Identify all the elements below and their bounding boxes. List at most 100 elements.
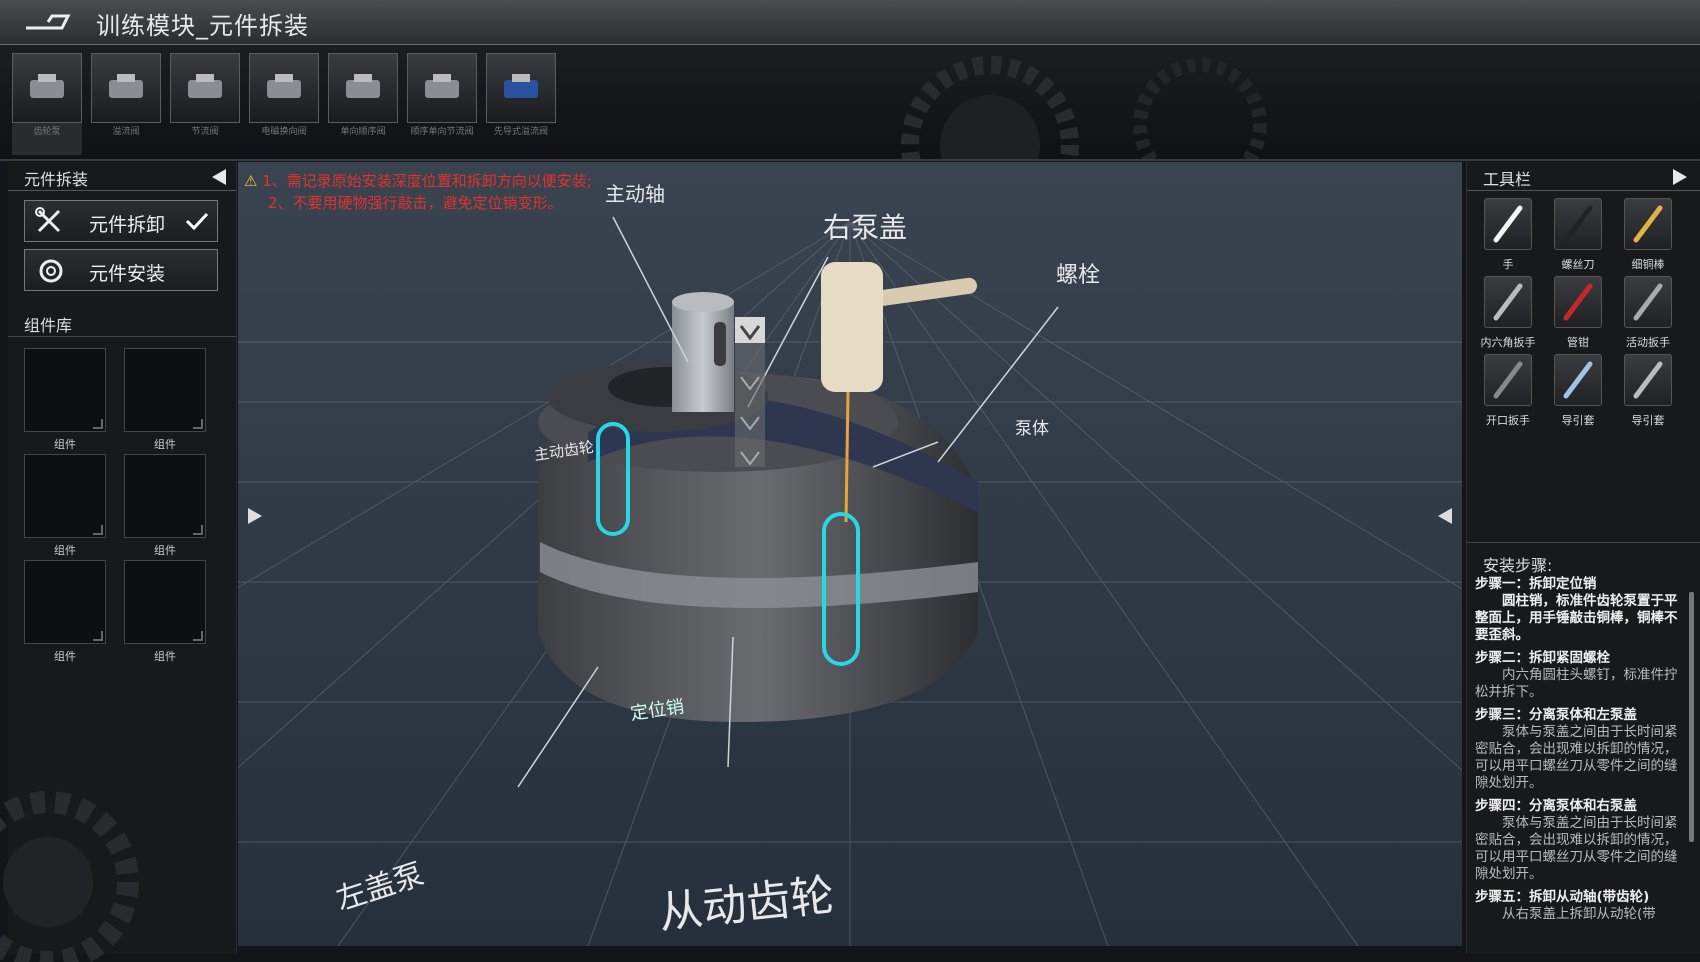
slot-frame [124,348,206,432]
component-thumb[interactable]: 单向顺序阀 [328,53,398,155]
tool-pipe-wrench[interactable]: 管钳 [1545,276,1611,352]
library-title: 组件库 [24,316,73,335]
slot-label: 组件 [54,650,76,663]
hammer-shape[interactable] [821,262,883,392]
step-body: 泵体与泵盖之间由于长时间紧密贴合，会出现难以拆卸的情况，可以用平口螺丝刀从零件之… [1475,724,1678,791]
toolbar-title: 工具栏 [1483,170,1532,189]
right-panel: 工具栏 手 螺丝刀 细铜棒内六角扳手 管钳 活动扳手开口扳手 导引套 导引套 安装步骤: 步… [1466,162,1700,954]
tool-label: 导引套 [1631,414,1665,427]
component-strip: 齿轮泵 溢流阀 节流阀 电磁换向阀 单向顺序阀 顺序单向节流阀 先导式溢流阀 [0,45,1700,161]
component-thumb-label: 电磁换向阀 [261,127,307,137]
library-slot[interactable]: 组件 [24,560,106,670]
component-thumb-label: 溢流阀 [112,127,140,137]
step-item: 步骤三：分离泵体和左泵盖 泵体与泵盖之间由于长时间紧密贴合，会出现难以拆卸的情况，… [1475,707,1681,792]
component-thumb-label: 齿轮泵 [33,127,61,137]
steps-title: 安装步骤: [1483,556,1553,575]
tool-label: 螺丝刀 [1561,258,1595,271]
slot-frame [124,454,206,538]
step-title: 步骤五：拆卸从动轴(带齿轮) [1475,889,1650,905]
tool-guide-rod[interactable]: 导引套 [1615,354,1681,430]
tool-hex-key[interactable]: 内六角扳手 [1475,276,1541,352]
left-panel-title: 元件拆装 [24,170,89,189]
adjustable-wrench-icon [1624,276,1672,328]
pilot-valve-icon [486,53,556,123]
tool-screwdriver[interactable]: 螺丝刀 [1545,198,1611,274]
warning-line-1: 1、需记录原始安装深度位置和拆卸方向以便安装; [262,172,592,190]
slot-frame [24,348,106,432]
tool-label: 内六角扳手 [1480,336,1536,349]
step-item: 步骤四：分离泵体和右泵盖 泵体与泵盖之间由于长时间紧密贴合，会出现难以拆卸的情况，… [1475,798,1681,883]
collapse-right-icon[interactable] [1673,169,1687,185]
disassemble-label: 元件拆卸 [89,214,166,236]
window-title: 训练模块_元件拆装 [96,12,309,40]
tool-adjustable-wrench[interactable]: 活动扳手 [1615,276,1681,352]
warning-text: ⚠ 1、需记录原始安装深度位置和拆卸方向以便安装; 2、不要用硬物强行敲击，避免… [244,170,592,214]
component-thumb[interactable]: 齿轮泵 [12,53,82,155]
expand-right-arrow-icon[interactable] [1438,508,1452,524]
step-item: 步骤二：拆卸紧固螺栓 内六角圆柱头螺钉，标准件拧松并拆下。 [1475,650,1681,701]
check-throttle-valve-icon [407,53,477,123]
3d-viewport[interactable]: ⚠ 1、需记录原始安装深度位置和拆卸方向以便安装; 2、不要用硬物强行敲击，避免… [238,162,1462,946]
expand-left-arrow-icon[interactable] [248,508,262,524]
step-body: 圆柱销，标准件齿轮泵置于平整面上，用手锤敲击铜棒，铜棒不要歪斜。 [1475,593,1678,643]
step-body: 内六角圆柱头螺钉，标准件拧松并拆下。 [1475,667,1678,700]
disassemble-button[interactable]: 元件拆卸 [24,200,218,242]
step-body: 从右泵盖上拆卸从动轮(带 [1502,906,1656,922]
slot-label: 组件 [54,544,76,557]
slot-label: 组件 [154,650,176,663]
component-thumb[interactable]: 电磁换向阀 [249,53,319,155]
collapse-left-icon[interactable] [212,169,226,185]
throttle-valve-icon [170,53,240,123]
label-bolt: 螺栓 [1056,263,1101,288]
component-thumb-label: 先导式溢流阀 [493,127,548,137]
label-right-cover: 右泵盖 [823,211,908,244]
step-title: 步骤一：拆卸定位销 [1475,576,1597,592]
step-body: 泵体与泵盖之间由于长时间紧密贴合，会出现难以拆卸的情况，可以用平口螺丝刀从零件之… [1475,815,1678,882]
copper-rod-icon [1624,198,1672,250]
step-title: 步骤三：分离泵体和左泵盖 [1475,707,1637,723]
component-thumb[interactable]: 节流阀 [170,53,240,155]
screwdriver-icon [1554,198,1602,250]
tool-copper-rod[interactable]: 细铜棒 [1615,198,1681,274]
component-thumb-label: 单向顺序阀 [340,127,386,137]
tools-icon [35,207,61,233]
library-slot[interactable]: 组件 [24,348,106,458]
slot-frame [24,454,106,538]
app-logo-icon [26,14,71,30]
guide-rod-icon [1624,354,1672,406]
install-label: 元件安装 [89,263,166,285]
tool-label: 手 [1502,258,1514,271]
component-thumb[interactable]: 溢流阀 [91,53,161,155]
tool-hand[interactable]: 手 [1475,198,1541,274]
divider [1467,542,1700,543]
component-thumb-label: 节流阀 [191,127,219,137]
component-thumb[interactable]: 先导式溢流阀 [486,53,556,155]
slot-label: 组件 [154,544,176,557]
step-item: 步骤五：拆卸从动轴(带齿轮) 从右泵盖上拆卸从动轮(带 [1475,889,1681,923]
toolbar-header: 工具栏 [1467,162,1700,191]
steps-list: 步骤一：拆卸定位销 圆柱销，标准件齿轮泵置于平整面上，用手锤敲击铜棒，铜棒不要歪斜… [1475,576,1681,954]
library-slot[interactable]: 组件 [124,454,206,564]
left-panel-header: 元件拆装 [8,162,236,191]
library-slot[interactable]: 组件 [124,348,206,458]
slot-label: 组件 [54,438,76,451]
tool-guide-sleeve[interactable]: 导引套 [1545,354,1611,430]
tool-label: 管钳 [1567,336,1589,349]
component-thumb-label: 顺序单向节流阀 [410,127,474,137]
solenoid-valve-icon [249,53,319,123]
warning-icon: ⚠ [244,172,258,190]
slot-frame [124,560,206,644]
install-button[interactable]: 元件安装 [24,249,218,291]
step-title: 步骤二：拆卸紧固螺栓 [1475,650,1610,666]
tool-label: 细铜棒 [1631,258,1665,271]
library-slot[interactable]: 组件 [24,454,106,564]
steps-scrollbar[interactable] [1689,592,1694,842]
gear-pump-icon [12,53,82,123]
tool-label: 导引套 [1561,414,1595,427]
library-slot[interactable]: 组件 [124,560,206,670]
sequence-valve-icon [328,53,398,123]
tool-open-wrench[interactable]: 开口扳手 [1475,354,1541,430]
component-thumb[interactable]: 顺序单向节流阀 [407,53,477,155]
step-item: 步骤一：拆卸定位销 圆柱销，标准件齿轮泵置于平整面上，用手锤敲击铜棒，铜棒不要歪斜… [1475,576,1681,644]
slot-label: 组件 [154,438,176,451]
